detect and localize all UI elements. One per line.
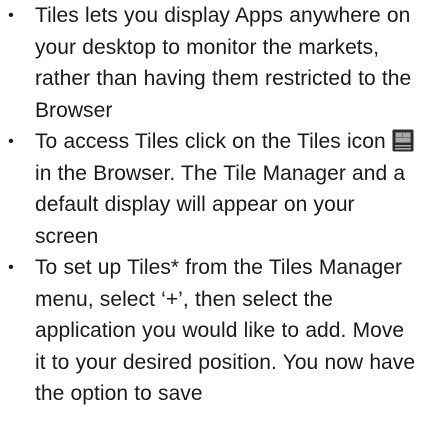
bullet-list: • Tiles lets you display Apps anywhere o…	[0, 0, 424, 410]
bullet-marker: •	[8, 259, 14, 276]
bullet-text-after-icon: in the Browser. The Tile Manager and a d…	[35, 161, 406, 248]
bullet-marker: •	[8, 133, 14, 150]
bullet-item-access-tiles: • To access Tiles click on the Tiles ico…	[0, 126, 424, 252]
bullet-text-before-icon: To access Tiles click on the Tiles icon	[35, 130, 392, 153]
bullet-text: Tiles lets you display Apps anywhere on …	[35, 4, 412, 122]
bullet-item-tiles-overview: • Tiles lets you display Apps anywhere o…	[0, 0, 424, 126]
bullet-text: To set up Tiles* from the Tiles Manager …	[35, 256, 416, 405]
bullet-item-setup-tiles: • To set up Tiles* from the Tiles Manage…	[0, 252, 424, 410]
tiles-icon	[392, 129, 414, 152]
bullet-marker: •	[8, 7, 14, 24]
